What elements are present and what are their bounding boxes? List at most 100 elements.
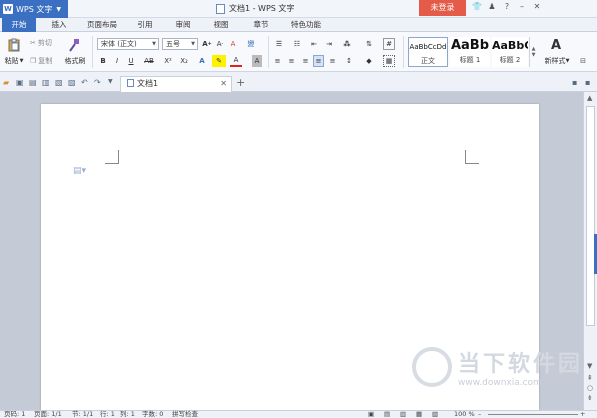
bullet-list-icon[interactable]: ☰	[272, 38, 286, 50]
char-shading-icon[interactable]: A	[252, 55, 262, 67]
font-size-select[interactable]: 五号 ▼	[162, 38, 198, 50]
subscript-button[interactable]: X₂	[178, 55, 190, 67]
distribute-icon[interactable]: ≡	[327, 55, 338, 67]
style-heading-1[interactable]: AaBb 标题 1	[450, 37, 490, 67]
clear-format-icon[interactable]: A	[228, 38, 238, 50]
export-icon[interactable]: ▧	[55, 78, 63, 87]
tab-view[interactable]: 视图	[206, 18, 236, 32]
undo-icon[interactable]: ↶	[81, 78, 88, 87]
show-marks-icon[interactable]: #	[383, 38, 395, 50]
help-icon[interactable]: ?	[502, 2, 512, 11]
text-effect-icon[interactable]: A	[196, 55, 208, 67]
style-gallery-scroll[interactable]: ▲ ▼	[529, 37, 537, 67]
tab-special-features[interactable]: 特色功能	[284, 18, 328, 32]
status-zoom: 100 %	[454, 410, 475, 418]
underline-button[interactable]: U	[126, 55, 136, 67]
highlight-icon[interactable]: ✎	[212, 55, 226, 67]
style-normal[interactable]: AaBbCcDd 正文	[408, 37, 448, 67]
shrink-font-icon[interactable]: A-	[215, 38, 225, 50]
new-style-icon[interactable]: A	[545, 37, 567, 53]
view-read-icon[interactable]: ▧	[432, 411, 438, 418]
style-pane-icon[interactable]: ⊟	[578, 56, 588, 66]
close-tab-icon[interactable]: ✕	[220, 77, 227, 91]
view-print-icon[interactable]: ▣	[368, 411, 374, 418]
restore-icon[interactable]: ▪	[585, 78, 590, 87]
zoom-in-icon[interactable]: +	[580, 411, 585, 418]
style-preview: AaBb	[450, 38, 490, 53]
quick-access-bar	[0, 72, 597, 92]
format-painter-button[interactable]	[64, 37, 84, 53]
align-right-icon[interactable]: ≡	[300, 55, 311, 67]
status-page: 页码: 1	[4, 410, 26, 418]
user-icon[interactable]: ♟	[487, 2, 497, 11]
print-preview-icon[interactable]: ▤	[29, 78, 37, 87]
save-icon[interactable]: ▣	[16, 78, 24, 87]
tab-references[interactable]: 引用	[130, 18, 160, 32]
align-left-icon[interactable]: ≡	[272, 55, 283, 67]
close-icon[interactable]: ✕	[532, 2, 542, 11]
font-name-select[interactable]: 宋体 (正文) ▼	[97, 38, 159, 50]
paste-button[interactable]	[5, 37, 23, 53]
chevron-down-icon: ▼	[152, 41, 156, 47]
document-tab[interactable]: 文档1 ✕	[120, 76, 232, 92]
increase-indent-icon[interactable]: ⇥	[323, 38, 335, 50]
status-words[interactable]: 字数: 0	[142, 411, 163, 418]
window-title-text: 文档1 - WPS 文字	[229, 4, 295, 13]
view-full-icon[interactable]: ▤	[384, 411, 390, 418]
scroll-down-icon[interactable]: ▼	[587, 362, 592, 370]
tab-insert[interactable]: 插入	[44, 18, 74, 32]
chevron-down-icon: ▼	[56, 5, 61, 13]
watermark-text: 当下软件园	[458, 352, 584, 377]
style-preview: AaBbCcDd	[409, 43, 447, 51]
customize-arrow-icon[interactable]: ▼	[108, 78, 113, 85]
login-button[interactable]: 未登录	[419, 0, 466, 16]
sort-icon[interactable]: ⇅	[362, 38, 376, 50]
paste-options-icon[interactable]: ▤▾	[73, 166, 86, 176]
decrease-indent-icon[interactable]: ⇤	[308, 38, 320, 50]
minimize-ribbon-icon[interactable]: ▪	[572, 78, 577, 87]
numbered-list-icon[interactable]: ☷	[290, 38, 304, 50]
shirt-icon[interactable]: 👕	[472, 2, 482, 11]
align-center-icon[interactable]: ≡	[286, 55, 297, 67]
line-spacing-icon[interactable]: ↕	[342, 55, 356, 67]
shading-icon[interactable]: ◆	[362, 55, 376, 67]
tab-review[interactable]: 审阅	[168, 18, 198, 32]
borders-icon[interactable]: ▦	[383, 55, 395, 67]
bold-button[interactable]: B	[98, 55, 108, 67]
open-icon[interactable]: ▰	[3, 78, 9, 87]
app-name: WPS 文字	[16, 4, 53, 14]
style-heading-2[interactable]: AaBbC 标题 2	[492, 37, 528, 67]
scissors-icon: ✂	[30, 39, 36, 47]
view-outline-icon[interactable]: ▦	[416, 411, 422, 418]
copy-button[interactable]: ❐ 复制	[30, 56, 62, 66]
view-web-icon[interactable]: ▥	[400, 411, 406, 418]
select-browse-icon[interactable]: ○	[587, 384, 593, 392]
zoom-slider[interactable]	[488, 414, 578, 415]
new-style-button[interactable]: 新样式 ▼	[540, 56, 574, 66]
scrollbar-thumb[interactable]	[586, 106, 595, 326]
font-color-icon[interactable]: A	[230, 55, 242, 67]
app-menu-button[interactable]: W WPS 文字 ▼	[0, 0, 68, 18]
text-direction-icon[interactable]: ⁂	[340, 38, 354, 50]
print-icon[interactable]: ▥	[42, 78, 50, 87]
strikethrough-button[interactable]: AB	[142, 55, 156, 67]
minimize-icon[interactable]: –	[517, 2, 527, 11]
pinyin-icon[interactable]: 變	[244, 38, 258, 50]
cut-button[interactable]: ✂ 剪切	[30, 38, 62, 48]
add-tab-button[interactable]: +	[236, 76, 245, 89]
prev-page-icon[interactable]: ⇞	[587, 374, 593, 382]
italic-button[interactable]: I	[112, 55, 122, 67]
preview-icon[interactable]: ▨	[68, 78, 76, 87]
tab-home[interactable]: 开始	[2, 18, 36, 32]
tab-chapter[interactable]: 章节	[246, 18, 276, 32]
superscript-button[interactable]: X²	[162, 55, 174, 67]
tab-page-layout[interactable]: 页面布局	[80, 18, 124, 32]
zoom-out-icon[interactable]: –	[478, 411, 481, 418]
grow-font-icon[interactable]: A +	[202, 38, 212, 50]
scroll-up-icon[interactable]: ▲	[587, 94, 592, 102]
justify-icon[interactable]: ≡	[313, 55, 324, 67]
next-page-icon[interactable]: ⇟	[587, 394, 593, 402]
redo-icon[interactable]: ↷	[94, 78, 101, 87]
paste-label-button[interactable]: 粘贴 ▼	[2, 56, 26, 66]
status-spell[interactable]: 拼写检查	[172, 411, 198, 418]
